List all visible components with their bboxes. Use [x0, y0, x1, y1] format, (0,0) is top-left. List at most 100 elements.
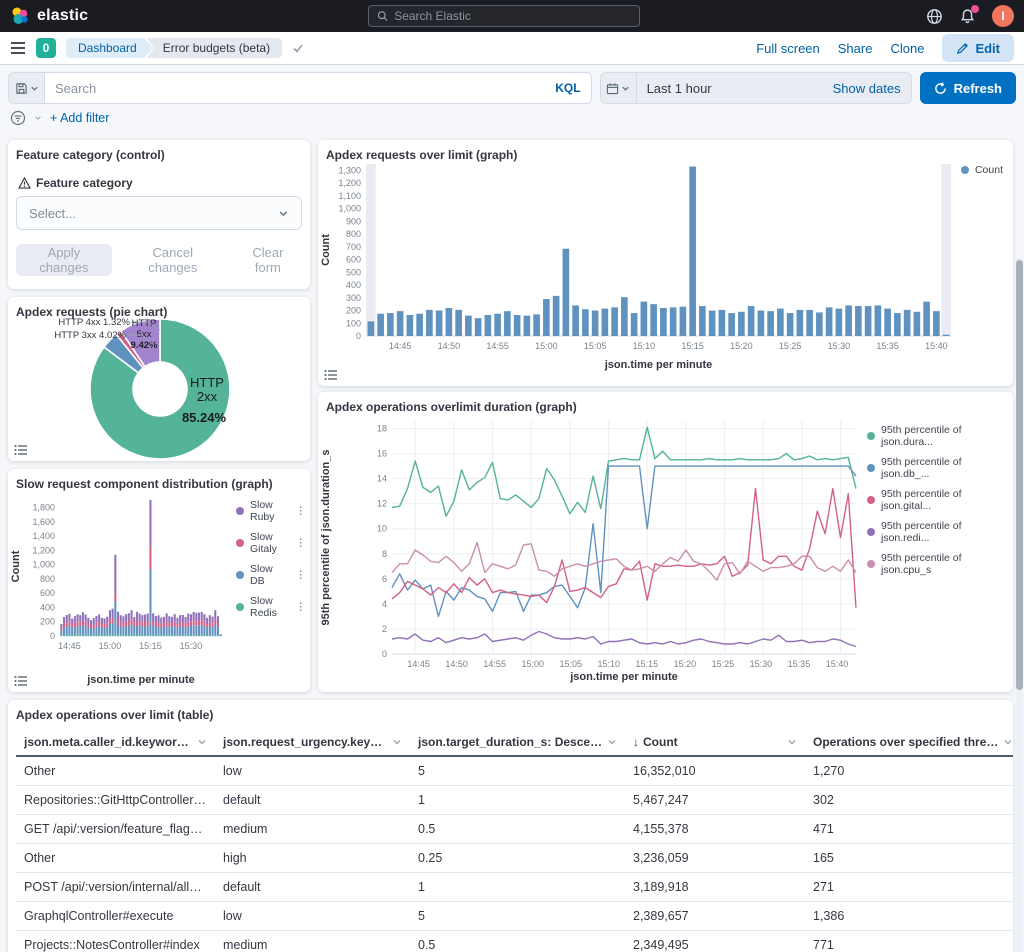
svg-text:15:15: 15:15 — [139, 641, 162, 651]
table-cell: 5 — [410, 902, 625, 931]
table-cell: medium — [215, 931, 410, 952]
legend-item[interactable]: 95th percentile of json.cpu_s — [867, 552, 1007, 576]
table-row[interactable]: Otherlow516,352,0101,270 — [16, 756, 1013, 786]
global-search-input[interactable] — [394, 9, 631, 23]
filter-set-icon[interactable] — [10, 110, 26, 126]
chevron-down-icon[interactable] — [34, 114, 42, 122]
table-cell: default — [215, 873, 410, 902]
table-column-header[interactable]: ↓Count — [625, 730, 805, 756]
share-button[interactable]: Share — [838, 41, 873, 56]
clone-button[interactable]: Clone — [890, 41, 924, 56]
full-screen-button[interactable]: Full screen — [756, 41, 820, 56]
svg-text:1,000: 1,000 — [32, 560, 55, 570]
svg-text:700: 700 — [346, 242, 361, 252]
panel-apdex-overlimit-duration: Apdex operations overlimit duration (gra… — [318, 392, 1013, 692]
legend-toggle-icon[interactable] — [324, 369, 338, 381]
legend-item[interactable]: Slow Gitaly⋮ — [236, 531, 306, 555]
feature-category-select[interactable]: Select... — [16, 196, 302, 230]
table-cell: 2,349,495 — [625, 931, 805, 952]
table-cell: 471 — [805, 815, 1013, 844]
calendar-icon — [606, 82, 619, 95]
legend-item[interactable]: Slow Redis⋮ — [236, 595, 306, 619]
svg-text:15:15: 15:15 — [681, 341, 704, 351]
legend-item[interactable]: Count — [961, 164, 1003, 176]
table-cell: 3,189,918 — [625, 873, 805, 902]
table-column-header[interactable]: Operations over specified threshold... — [805, 730, 1013, 756]
chevron-down-icon[interactable] — [787, 737, 797, 747]
kql-search-box[interactable]: KQL — [44, 72, 592, 104]
breadcrumb-bar: 0 Dashboard Error budgets (beta) Full sc… — [0, 32, 1024, 65]
table-column-header[interactable]: json.target_duration_s: Descending — [410, 730, 625, 756]
column-label: Count — [643, 735, 678, 749]
svg-text:8: 8 — [382, 549, 387, 559]
chevron-down-icon[interactable] — [1003, 737, 1013, 747]
cloud-deployment-icon[interactable] — [926, 8, 943, 25]
table-column-header[interactable]: json.meta.caller_id.keyword: Desce... — [16, 730, 215, 756]
table-row[interactable]: GraphqlController#executelow52,389,6571,… — [16, 902, 1013, 931]
chevron-down-icon[interactable] — [607, 737, 617, 747]
chevron-down-icon — [278, 208, 289, 219]
clear-form-button[interactable]: Clear form — [234, 245, 302, 275]
table-row[interactable]: Projects::NotesController#indexmedium0.5… — [16, 931, 1013, 952]
legend-more-icon[interactable]: ⋮ — [296, 537, 307, 549]
legend-toggle-icon[interactable] — [14, 675, 28, 687]
chevron-down-icon[interactable] — [197, 737, 207, 747]
table-row[interactable]: GET /api/:version/feature_flags/unleash.… — [16, 815, 1013, 844]
saved-query-menu-button[interactable] — [8, 72, 44, 104]
table-cell: 1,386 — [805, 902, 1013, 931]
space-avatar[interactable]: 0 — [36, 38, 56, 58]
brand-name: elastic — [37, 7, 88, 25]
legend-color-dot — [867, 464, 875, 472]
apply-changes-button[interactable]: Apply changes — [16, 244, 112, 276]
page-scrollbar-thumb[interactable] — [1016, 260, 1023, 690]
page-scrollbar[interactable] — [1016, 258, 1023, 952]
elastic-logo[interactable]: elastic — [10, 6, 88, 26]
legend-item[interactable]: 95th percentile of json.db_... — [867, 456, 1007, 480]
table-cell: 1,270 — [805, 756, 1013, 786]
chevron-down-icon[interactable] — [392, 737, 402, 747]
svg-text:15:00: 15:00 — [521, 659, 544, 669]
edit-button[interactable]: Edit — [942, 34, 1014, 62]
notifications-button[interactable] — [959, 8, 976, 25]
table-cell: 2,389,657 — [625, 902, 805, 931]
legend-item[interactable]: 95th percentile of json.gital... — [867, 488, 1007, 512]
save-icon — [15, 82, 28, 95]
legend-item[interactable]: Slow Ruby⋮ — [236, 499, 306, 523]
column-label: Operations over specified threshold... — [813, 735, 999, 749]
table-row[interactable]: POST /api/:version/internal/alloweddefau… — [16, 873, 1013, 902]
legend-more-icon[interactable]: ⋮ — [296, 569, 307, 581]
time-range-value[interactable]: Last 1 hour — [637, 81, 722, 96]
table-column-header[interactable]: json.request_urgency.keyword: Des... — [215, 730, 410, 756]
global-search[interactable] — [368, 5, 640, 27]
breadcrumb-dashboard[interactable]: Dashboard — [66, 38, 153, 58]
kql-badge[interactable]: KQL — [555, 81, 580, 95]
legend-item[interactable]: 95th percentile of json.dura... — [867, 424, 1007, 448]
bar-chart-canvas[interactable]: 01002003004005006007008009001,0001,1001,… — [318, 158, 1013, 372]
legend-item[interactable]: 95th percentile of json.redi... — [867, 520, 1007, 544]
table-cell: 1 — [410, 873, 625, 902]
elastic-logo-icon — [10, 6, 30, 26]
table-row[interactable]: Repositories::GitHttpController#info_ref… — [16, 786, 1013, 815]
table-row[interactable]: Otherhigh0.253,236,059165 — [16, 844, 1013, 873]
user-avatar[interactable]: I — [992, 5, 1014, 27]
svg-text:0: 0 — [50, 631, 55, 641]
legend-more-icon[interactable]: ⋮ — [296, 601, 307, 613]
show-dates-button[interactable]: Show dates — [833, 81, 911, 96]
cancel-changes-button[interactable]: Cancel changes — [126, 245, 220, 275]
control-field-label: Feature category — [18, 176, 300, 190]
kql-search-input[interactable] — [55, 81, 555, 96]
table-cell: GET /api/:version/feature_flags/unleash.… — [16, 815, 215, 844]
svg-text:1,300: 1,300 — [338, 165, 361, 175]
svg-text:900: 900 — [346, 216, 361, 226]
legend-more-icon[interactable]: ⋮ — [296, 505, 307, 517]
legend-toggle-icon[interactable] — [14, 444, 28, 456]
refresh-button[interactable]: Refresh — [920, 72, 1016, 104]
legend-item[interactable]: Slow DB⋮ — [236, 563, 306, 587]
svg-text:200: 200 — [40, 617, 55, 627]
pie-chart-canvas[interactable]: HTTP2xx85.24%HTTP5xx9.42%HTTP 4xx 1.32%H… — [8, 313, 310, 461]
svg-text:15:30: 15:30 — [180, 641, 203, 651]
table-cell: low — [215, 902, 410, 931]
add-filter-button[interactable]: + Add filter — [50, 111, 109, 125]
menu-icon[interactable] — [10, 41, 26, 55]
quick-select-menu-button[interactable] — [601, 73, 637, 103]
